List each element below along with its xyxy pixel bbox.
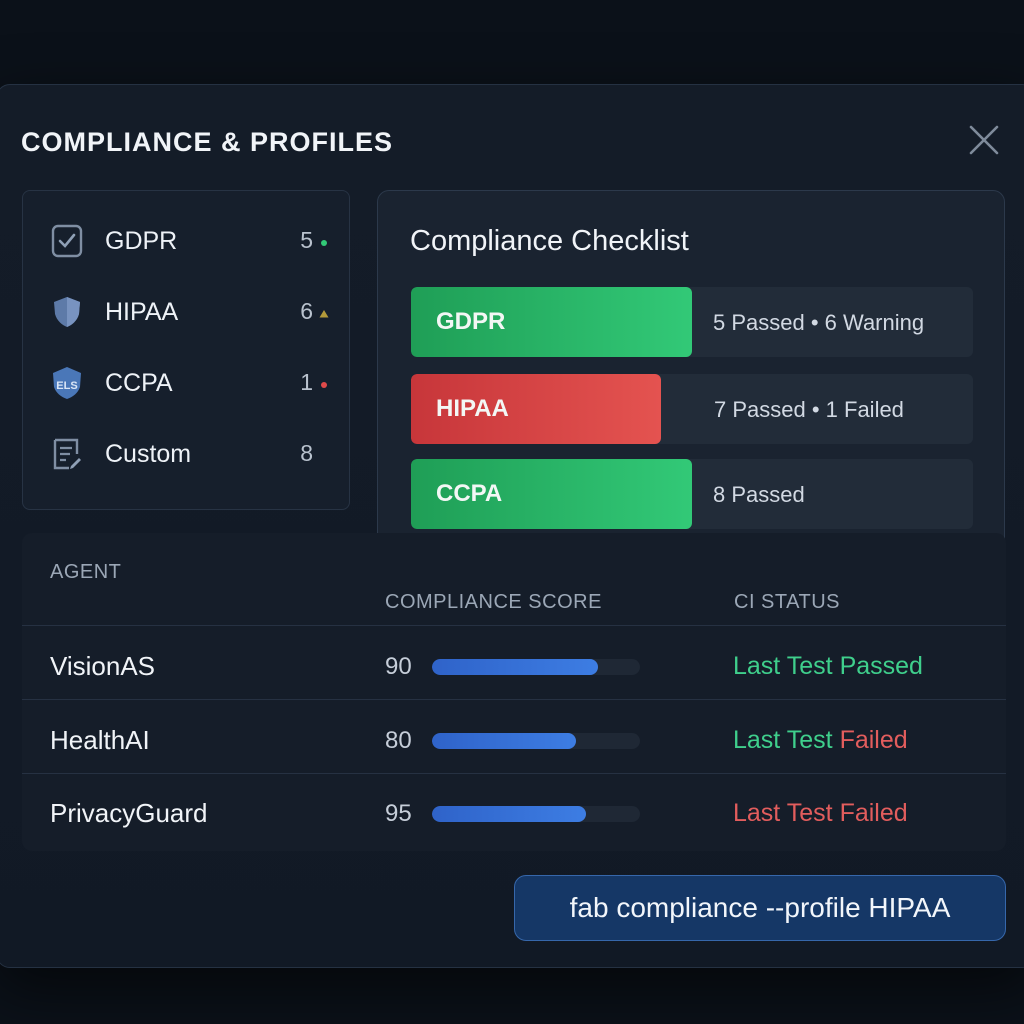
table-row[interactable]: HealthAI 80 Last Test Failed: [22, 700, 1006, 774]
status-dot-green: [321, 240, 327, 246]
command-chip[interactable]: fab compliance --profile HIPAA: [514, 875, 1006, 941]
column-header-agent: AGENT: [50, 561, 122, 583]
column-header-ci-status: CI STATUS: [734, 591, 840, 613]
els-badge-icon: ELS: [49, 365, 85, 401]
agents-table: AGENT COMPLIANCE SCORE CI STATUS VisionA…: [22, 533, 1006, 851]
close-icon: [969, 125, 999, 155]
checklist-item-detail: 7 Passed • 1 Failed: [714, 397, 904, 422]
ci-status-prefix: Last Test: [733, 652, 833, 680]
profile-item-gdpr[interactable]: GDPR 5: [23, 211, 349, 271]
checklist-row-hipaa[interactable]: HIPAA 7 Passed • 1 Failed: [411, 374, 973, 444]
profile-item-ccpa[interactable]: ELS CCPA 1: [23, 353, 349, 413]
ci-status-result: Failed: [839, 799, 908, 827]
checklist-item-detail: 5 Passed • 6 Warning: [713, 310, 925, 335]
agent-name: PrivacyGuard: [50, 798, 208, 828]
profile-item-custom[interactable]: Custom 8: [23, 424, 349, 484]
close-button[interactable]: [967, 123, 1001, 157]
profile-count: 1: [300, 369, 313, 395]
document-edit-icon: [49, 436, 85, 472]
score-bar-track: [432, 659, 640, 675]
warning-triangle-icon: [319, 310, 329, 318]
agent-name: VisionAS: [50, 651, 156, 681]
checklist-item-name: CCPA: [436, 480, 503, 507]
checklist-shield-icon: [49, 223, 85, 259]
profile-label: CCPA: [105, 369, 173, 397]
score-bar-fill: [432, 659, 599, 675]
status-dot-red: [321, 382, 327, 388]
ci-status-prefix: Last Test: [733, 726, 833, 754]
profile-count: 5: [300, 227, 313, 253]
ci-status-result: Passed: [839, 652, 923, 680]
profile-label: Custom: [105, 440, 192, 468]
profiles-panel: GDPR 5 HIPAA 6 ELS CCPA 1 Custom 8: [22, 190, 350, 510]
compliance-checklist-panel: Compliance Checklist GDPR 5 Passed • 6 W…: [377, 190, 1005, 556]
ci-status-prefix: Last Test: [733, 799, 833, 827]
checklist-item-name: GDPR: [436, 308, 506, 335]
score-bar-track: [432, 733, 640, 749]
column-header-score: COMPLIANCE SCORE: [385, 591, 602, 613]
table-row[interactable]: PrivacyGuard 95 Last Test Failed: [22, 773, 1006, 847]
ci-status-result: Failed: [839, 726, 908, 754]
shield-icon: [49, 294, 85, 330]
profile-count: 8: [300, 440, 313, 466]
table-row[interactable]: VisionAS 90 Last Test Passed: [22, 626, 1006, 700]
checklist-title: Compliance Checklist: [410, 225, 689, 257]
score-value: 95: [385, 800, 412, 827]
score-bar-fill: [432, 806, 586, 822]
profile-label: GDPR: [105, 227, 178, 255]
checklist-row-gdpr[interactable]: GDPR 5 Passed • 6 Warning: [411, 287, 973, 357]
checklist-item-detail: 8 Passed: [713, 482, 805, 507]
score-bar-fill: [432, 733, 576, 749]
ci-status: Last Test Passed: [733, 652, 923, 681]
profile-count: 6: [300, 298, 313, 324]
checklist-row-ccpa[interactable]: CCPA 8 Passed: [411, 459, 973, 529]
score-value: 90: [385, 653, 412, 680]
profile-label: HIPAA: [105, 298, 179, 326]
checklist-item-name: HIPAA: [436, 395, 509, 422]
ci-status: Last Test Failed: [733, 726, 908, 755]
dialog-title: COMPLIANCE & PROFILES: [21, 127, 394, 157]
score-value: 80: [385, 727, 412, 754]
ci-status: Last Test Failed: [733, 799, 908, 828]
agent-name: HealthAI: [50, 725, 150, 755]
profile-item-hipaa[interactable]: HIPAA 6: [23, 282, 349, 342]
score-bar-track: [432, 806, 640, 822]
svg-text:ELS: ELS: [56, 380, 77, 392]
compliance-dialog: COMPLIANCE & PROFILES GDPR 5 HIPAA 6 ELS: [0, 84, 1024, 968]
